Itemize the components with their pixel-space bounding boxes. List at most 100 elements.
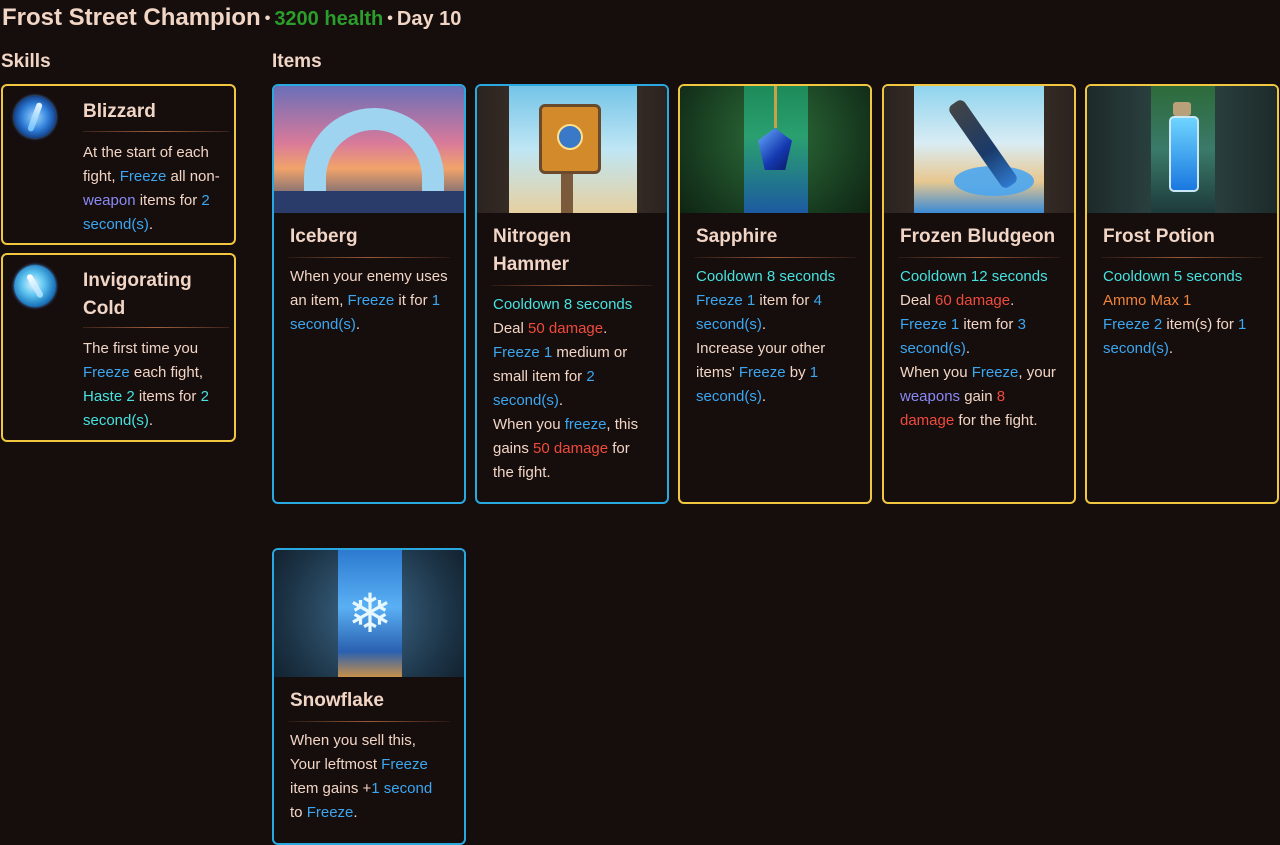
keyword-text: Freeze: [738, 364, 786, 381]
keyword-text: 60 damage: [935, 292, 1011, 309]
description-text: by: [785, 364, 810, 381]
item-card-iceberg[interactable]: Iceberg When your enemy uses an item, Fr…: [272, 84, 466, 504]
item-title: Iceberg: [290, 226, 358, 247]
skill-card-invigorating-cold[interactable]: Invigorating Cold The first time you Fre…: [1, 253, 236, 442]
keyword-text: weapon: [83, 192, 136, 209]
description-text: .: [965, 340, 971, 357]
champion-name: Frost Street Champion: [2, 4, 261, 31]
description-text: Deal: [493, 320, 529, 337]
description-text: gain: [960, 388, 997, 405]
skill-description: At the start of each fight, Freeze all n…: [83, 141, 233, 237]
item-description: When you sell this, Your leftmost Freeze…: [290, 729, 448, 825]
keyword-text: 50 damage: [533, 440, 609, 457]
item-title: Frozen Bludgeon: [900, 226, 1056, 247]
skill-description: The first time you Freeze each fight, Ha…: [83, 337, 233, 433]
nitrogen-hammer-art: [477, 86, 667, 213]
health-value: 3200 health: [274, 8, 384, 30]
keyword-text: 1 second: [371, 780, 433, 797]
keyword-text: 50 damage: [528, 320, 604, 337]
description-text: each fight,: [129, 364, 204, 381]
description-text: .: [148, 412, 154, 429]
item-description: When your enemy uses an item, Freeze it …: [290, 265, 448, 337]
items-heading: Items: [272, 51, 322, 72]
keyword-text: Freeze 1: [900, 316, 960, 333]
divider: [694, 257, 856, 258]
skill-title: Blizzard: [83, 101, 156, 122]
item-card-sapphire[interactable]: Sapphire Cooldown 8 seconds Freeze 1 item…: [678, 84, 872, 504]
divider: [491, 285, 653, 286]
keyword-text: Freeze: [119, 168, 167, 185]
keyword-text: Haste 2: [83, 388, 135, 405]
description-text: .: [353, 804, 358, 821]
item-title: Sapphire: [696, 226, 778, 247]
item-title: Frost Potion: [1103, 226, 1215, 247]
skill-title: Invigorating Cold: [83, 270, 192, 319]
sapphire-art: [680, 86, 870, 213]
description-text: .: [603, 320, 608, 337]
keyword-text: Cooldown 8 seconds: [696, 268, 836, 285]
divider: [288, 721, 450, 722]
keyword-text: Freeze: [381, 756, 428, 773]
description-text: .: [761, 316, 767, 333]
description-text: item(s) for: [1162, 316, 1239, 333]
keyword-text: freeze: [564, 416, 607, 433]
keyword-text: Freeze: [83, 364, 130, 381]
description-text: all non-: [166, 168, 220, 185]
description-text: item gains +: [290, 780, 372, 797]
divider: [898, 257, 1060, 258]
item-card-snowflake[interactable]: ❄ Snowflake When you sell this, Your lef…: [272, 548, 466, 845]
description-text: .: [148, 216, 154, 233]
item-description: Cooldown 8 seconds Freeze 1 item for 4 se…: [696, 265, 854, 409]
item-title: Snowflake: [290, 690, 384, 711]
blizzard-icon: [14, 96, 56, 138]
item-card-frozen-bludgeon[interactable]: Frozen Bludgeon Cooldown 12 seconds Deal …: [882, 84, 1076, 504]
description-text: items for: [135, 192, 202, 209]
keyword-text: Freeze: [347, 292, 395, 309]
description-text: .: [1010, 292, 1015, 309]
iceberg-art: [274, 86, 464, 213]
description-text: .: [761, 388, 767, 405]
snowflake-art: ❄: [274, 550, 464, 677]
description-text: for the fight.: [954, 412, 1038, 429]
description-text: .: [1168, 340, 1174, 357]
description-text: .: [355, 316, 361, 333]
keyword-text: Cooldown 8 seconds: [493, 296, 633, 313]
keyword-text: Freeze 1: [696, 292, 756, 309]
invigorating-cold-icon: [14, 265, 56, 307]
item-description: Cooldown 5 seconds Ammo Max 1 Freeze 2 ite…: [1103, 265, 1261, 361]
keyword-text: Freeze 2: [1103, 316, 1163, 333]
item-description: Cooldown 8 seconds Deal 50 damage. Freeze …: [493, 293, 651, 485]
description-text: it for: [394, 292, 432, 309]
keyword-text: weapons: [900, 388, 961, 405]
frozen-bludgeon-art: [884, 86, 1074, 213]
divider: [288, 257, 450, 258]
description-text: The first time you: [83, 340, 199, 357]
item-description: Cooldown 12 seconds Deal 60 damage. Freeze…: [900, 265, 1058, 433]
item-card-nitrogen-hammer[interactable]: Nitrogen Hammer Cooldown 8 seconds Deal 5…: [475, 84, 669, 504]
page-header: Frost Street Champion • 3200 health • Day 10: [2, 4, 461, 32]
keyword-text: Cooldown 5 seconds: [1103, 268, 1243, 285]
item-card-frost-potion[interactable]: Frost Potion Cooldown 5 seconds Ammo Max …: [1085, 84, 1279, 504]
keyword-text: Cooldown 12 seconds: [900, 268, 1048, 285]
divider: [83, 131, 229, 132]
skills-heading: Skills: [1, 51, 51, 72]
description-text: items for: [134, 388, 201, 405]
keyword-text: Freeze 1: [493, 344, 553, 361]
divider: [1101, 257, 1263, 258]
separator-dot: •: [264, 9, 271, 27]
description-text: When you: [493, 416, 565, 433]
description-text: When you: [900, 364, 972, 381]
description-text: to: [290, 804, 307, 821]
item-title: Nitrogen Hammer: [493, 226, 572, 275]
description-text: Deal: [900, 292, 936, 309]
skill-card-blizzard[interactable]: Blizzard At the start of each fight, Fre…: [1, 84, 236, 245]
keyword-text: Freeze: [306, 804, 354, 821]
description-text: item for: [755, 292, 814, 309]
keyword-text: Freeze: [971, 364, 1019, 381]
description-text: item for: [959, 316, 1018, 333]
divider: [83, 327, 229, 328]
description-text: .: [558, 392, 564, 409]
keyword-text: Ammo Max 1: [1103, 292, 1192, 309]
description-text: , your: [1018, 364, 1056, 381]
day-value: Day 10: [396, 8, 462, 30]
